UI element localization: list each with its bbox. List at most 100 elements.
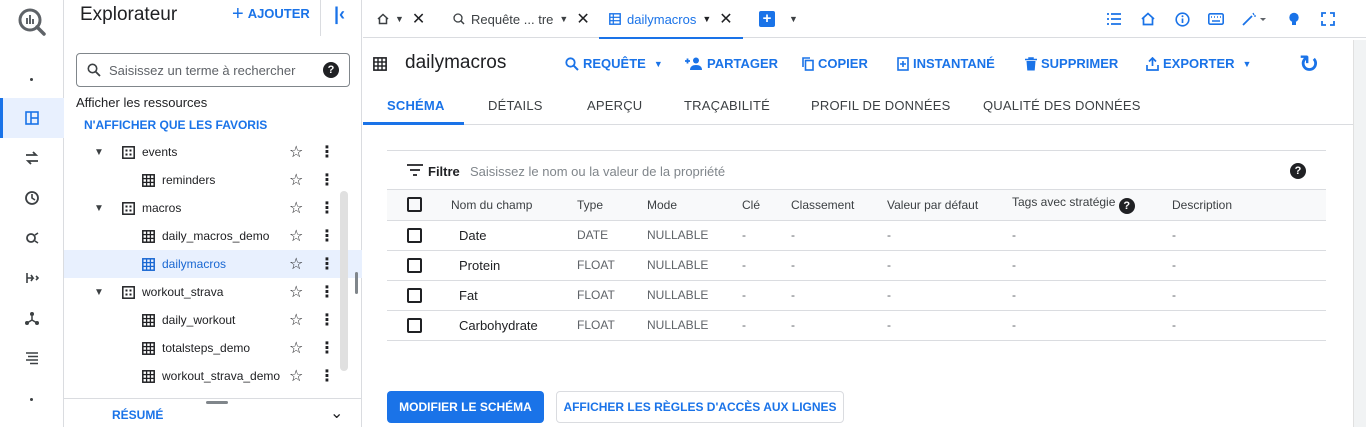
star-icon[interactable]: ☆ (289, 254, 303, 274)
close-icon[interactable]: ✕ (576, 9, 589, 29)
tree-item[interactable]: ▼ macros ☆ ⋮ (64, 194, 362, 222)
rail-dataform[interactable] (0, 258, 64, 298)
schema-row[interactable]: Carbohydrate FLOAT NULLABLE - - - - - (387, 310, 1326, 341)
star-icon[interactable]: ☆ (289, 170, 303, 190)
tree-item[interactable]: daily_workout ☆ ⋮ (64, 306, 362, 334)
rail-settings-list[interactable] (0, 338, 64, 378)
star-icon[interactable]: ☆ (289, 366, 303, 386)
collapse-panel-icon[interactable]: |‹ (334, 4, 345, 25)
page-scrollbar[interactable] (1353, 40, 1366, 427)
rail-analytics-hub[interactable] (0, 218, 64, 258)
lightbulb-icon[interactable] (1284, 9, 1304, 29)
tree-item[interactable]: daily_macros_demo ☆ ⋮ (64, 222, 362, 250)
tree-item[interactable]: dailymacros ☆ ⋮ (64, 250, 362, 278)
rail-partner-center[interactable] (0, 298, 64, 338)
col-header[interactable]: Mode (647, 190, 742, 221)
star-icon[interactable]: ☆ (289, 338, 303, 358)
more-vert-icon[interactable]: ⋮ (319, 170, 335, 190)
drag-handle[interactable] (206, 401, 228, 404)
filter-input[interactable]: Saisissez le nom ou la valeur de la prop… (470, 164, 725, 179)
panel-resize-handle[interactable] (355, 272, 358, 294)
row-checkbox[interactable] (407, 257, 422, 273)
info-icon[interactable] (1172, 9, 1192, 29)
star-icon[interactable]: ☆ (289, 142, 303, 162)
share-button[interactable]: PARTAGER (685, 56, 778, 71)
expand-arrow-icon[interactable]: ▼ (94, 203, 104, 214)
tab-data-quality[interactable]: QUALITÉ DES DONNÉES (983, 98, 1141, 113)
tree-item[interactable]: workout_strava_demo ☆ ⋮ (64, 362, 362, 390)
edit-schema-button[interactable]: MODIFIER LE SCHÉMA (387, 391, 544, 423)
home-icon[interactable] (1138, 9, 1158, 29)
more-vert-icon[interactable]: ⋮ (319, 338, 335, 358)
expand-arrow-icon[interactable]: ▼ (94, 287, 104, 298)
row-access-policies-button[interactable]: AFFICHER LES RÈGLES D'ACCÈS AUX LIGNES (556, 391, 844, 423)
more-vert-icon[interactable]: ⋮ (319, 142, 335, 162)
snapshot-button[interactable]: INSTANTANÉ (897, 56, 995, 71)
tree-scrollbar[interactable] (340, 191, 348, 371)
tab-details[interactable]: DÉTAILS (488, 98, 543, 113)
col-header[interactable]: Description (1172, 190, 1326, 221)
more-vert-icon[interactable]: ⋮ (319, 282, 335, 302)
delete-button[interactable]: SUPPRIMER (1025, 56, 1118, 71)
star-icon[interactable]: ☆ (289, 310, 303, 330)
explorer-search-input[interactable]: Saisissez un terme à rechercher ? (76, 53, 350, 87)
close-icon[interactable]: ✕ (412, 9, 425, 29)
more-vert-icon[interactable]: ⋮ (319, 310, 335, 330)
star-icon[interactable]: ☆ (289, 198, 303, 218)
list-icon[interactable] (1104, 9, 1124, 29)
new-tab-plus-icon[interactable]: + (759, 11, 775, 27)
col-header[interactable]: Clé (742, 190, 791, 221)
col-header[interactable]: Type (577, 190, 647, 221)
chevron-down-icon[interactable]: ▼ (395, 14, 404, 24)
copy-button[interactable]: COPIER (802, 56, 868, 71)
chevron-down-icon[interactable]: ⌄ (330, 403, 343, 423)
magic-wand-icon[interactable] (1240, 9, 1270, 29)
summary-tab[interactable]: RÉSUMÉ (112, 408, 163, 422)
help-icon[interactable]: ? (323, 62, 339, 78)
more-vert-icon[interactable]: ⋮ (319, 366, 335, 386)
add-button[interactable]: + AJOUTER (232, 4, 310, 24)
tree-item[interactable]: totalsteps_demo ☆ ⋮ (64, 334, 362, 362)
tab-home[interactable]: ▼ ✕ (377, 0, 425, 38)
help-icon[interactable]: ? (1118, 198, 1135, 215)
tree-item[interactable]: ▼ workout_strava ☆ ⋮ (64, 278, 362, 306)
tree-item[interactable]: reminders ☆ ⋮ (64, 166, 362, 194)
more-vert-icon[interactable]: ⋮ (319, 198, 335, 218)
tree-item[interactable]: ▼ events ☆ ⋮ (64, 138, 362, 166)
col-header[interactable]: Valeur par défaut (887, 190, 1012, 221)
tab-lineage[interactable]: TRAÇABILITÉ (684, 98, 770, 113)
query-button[interactable]: REQUÊTE ▼ (565, 56, 663, 71)
tab-preview[interactable]: APERÇU (587, 98, 642, 113)
col-header[interactable]: Nom du champ (451, 190, 577, 221)
tab-dailymacros[interactable]: dailymacros ▼ ✕ (599, 0, 743, 39)
schema-row[interactable]: Protein FLOAT NULLABLE - - - - - (387, 250, 1326, 281)
rail-transfers[interactable] (0, 138, 64, 178)
tab-schema[interactable]: SCHÉMA (387, 98, 445, 113)
favorites-only-link[interactable]: N'AFFICHER QUE LES FAVORIS (84, 118, 267, 132)
select-all-checkbox[interactable] (407, 197, 422, 213)
row-checkbox[interactable] (407, 317, 422, 333)
close-icon[interactable]: ✕ (719, 9, 732, 29)
star-icon[interactable]: ☆ (289, 226, 303, 246)
col-header[interactable]: Classement (791, 190, 887, 221)
refresh-icon[interactable]: ↻ (1299, 50, 1319, 79)
schema-row[interactable]: Date DATE NULLABLE - - - - - (387, 220, 1326, 251)
row-checkbox[interactable] (407, 287, 422, 303)
help-icon[interactable]: ? (1290, 163, 1306, 179)
fullscreen-icon[interactable] (1318, 9, 1338, 29)
more-vert-icon[interactable]: ⋮ (319, 254, 335, 274)
bigquery-logo-icon[interactable] (16, 6, 48, 38)
chevron-down-icon[interactable]: ▼ (702, 14, 711, 24)
tab-query[interactable]: Requête ... tre ▼ ✕ (453, 0, 590, 38)
rail-explorer[interactable] (0, 98, 64, 138)
chevron-down-icon[interactable]: ▼ (789, 14, 798, 24)
row-checkbox[interactable] (407, 227, 422, 243)
tab-data-profile[interactable]: PROFIL DE DONNÉES (811, 98, 950, 113)
keyboard-icon[interactable] (1206, 9, 1226, 29)
col-header-tags[interactable]: Tags avec stratégie ? (1012, 190, 1172, 221)
chevron-down-icon[interactable]: ▼ (559, 14, 568, 24)
star-icon[interactable]: ☆ (289, 282, 303, 302)
expand-arrow-icon[interactable]: ▼ (94, 147, 104, 158)
more-vert-icon[interactable]: ⋮ (319, 226, 335, 246)
rail-scheduled-queries[interactable] (0, 178, 64, 218)
